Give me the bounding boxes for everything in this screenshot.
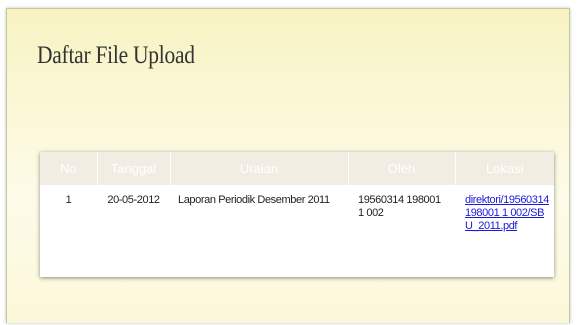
table-header-row: No Tanggal Uraian Oleh Lokasi <box>40 152 554 185</box>
upload-table-container: No Tanggal Uraian Oleh Lokasi 1 20-05-20… <box>40 152 554 277</box>
column-header-tanggal: Tanggal <box>97 152 171 185</box>
page-title: Daftar File Upload <box>37 42 195 69</box>
column-header-no: No <box>40 152 98 185</box>
upload-table: No Tanggal Uraian Oleh Lokasi 1 20-05-20… <box>40 152 554 268</box>
cell-uraian: Laporan Periodik Desember 2011 <box>178 194 330 206</box>
cell-oleh: 19560314 198001 1 002 <box>358 194 441 219</box>
table-row: 1 20-05-2012 Laporan Periodik Desember 2… <box>40 185 554 268</box>
column-header-lokasi: Lokasi <box>455 152 554 185</box>
column-header-oleh: Oleh <box>348 152 456 185</box>
cell-tanggal: 20-05-2012 <box>107 194 160 206</box>
cell-no: 1 <box>65 194 72 206</box>
column-header-uraian: Uraian <box>170 152 349 185</box>
file-location-link[interactable]: direktori/19560314 198001 1 002/SBU_2011… <box>465 194 549 232</box>
cell-lokasi: direktori/19560314 198001 1 002/SBU_2011… <box>455 185 554 268</box>
content-panel: Daftar File Upload No Tanggal Uraian Ole… <box>6 8 570 323</box>
